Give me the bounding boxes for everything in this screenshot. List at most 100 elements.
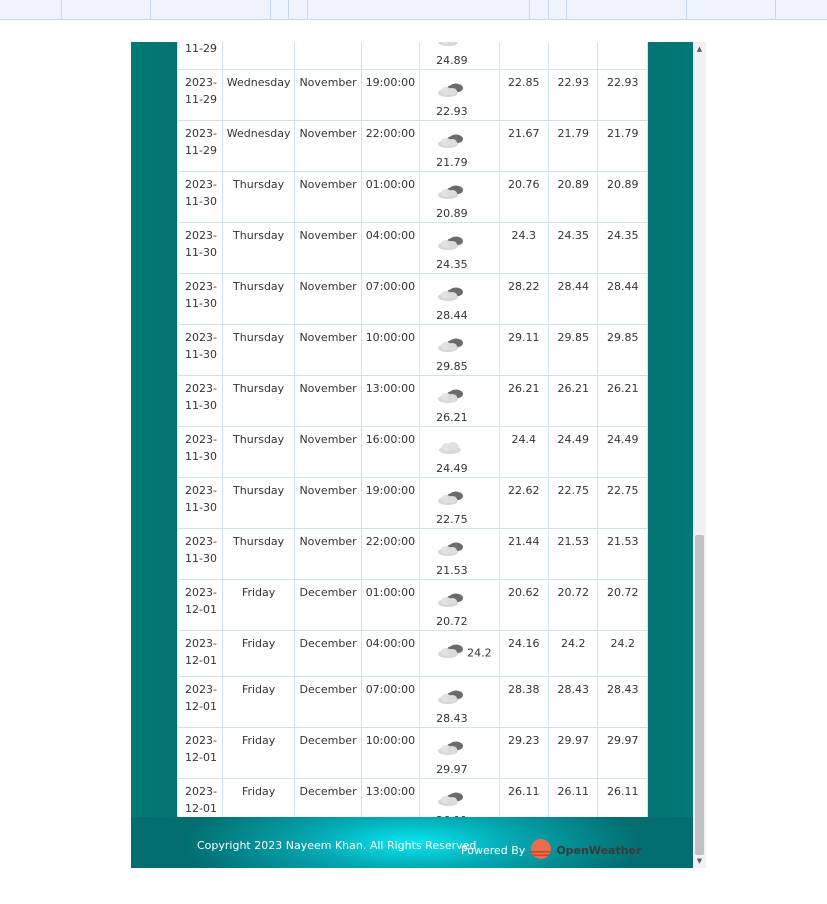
footer: Copyright 2023 Nayeem Khan. All Rights R…: [131, 817, 693, 868]
temperature-value: 24.49: [436, 462, 468, 475]
date-cell: 2023- 11-30: [177, 426, 223, 478]
time-cell: 01:00:00: [360, 171, 421, 223]
feels-like-cell: 26.21: [498, 375, 550, 427]
month-cell: December: [294, 676, 362, 728]
scroll-up-arrow-icon[interactable]: ▲: [693, 42, 706, 56]
temperature-cell: 20.72: [419, 579, 500, 631]
forecast-table: 2023-11-29WednesdayNovember16:00:0024.89…: [177, 42, 648, 868]
temperature-value: 20.72: [436, 615, 468, 628]
month-cell: December: [294, 727, 362, 779]
toolbar-cell: [529, 0, 548, 19]
vertical-scrollbar[interactable]: ▲ ▼: [693, 42, 706, 868]
scrollbar-thumb[interactable]: [695, 535, 704, 855]
date-cell: 2023-12-01: [177, 579, 223, 631]
min-temp-cell: 26.21: [547, 375, 599, 427]
forecast-row: 2023- 12-01 Friday December 07:00:00 28.43 28.…: [177, 676, 648, 728]
broken-clouds-icon: [436, 82, 466, 103]
max-temp-cell: [597, 42, 648, 70]
toolbar-cell: [548, 0, 566, 19]
forecast-row: 2023- 11-30 Thursday November 10:00:00 29.85 2…: [177, 324, 648, 376]
day-cell: Friday: [221, 727, 296, 779]
max-temp-cell: 26.21: [597, 375, 648, 427]
temperature-cell: 26.21: [419, 375, 500, 427]
broken-clouds-icon: [436, 133, 466, 154]
temperature-value: 28.44: [436, 309, 468, 322]
min-temp-cell: 28.44: [547, 273, 599, 325]
date-cell: 2023- 11-30: [177, 477, 223, 529]
broken-clouds-icon: [436, 42, 466, 52]
day-cell: Thursday: [221, 273, 296, 325]
broken-clouds-icon: [436, 740, 466, 761]
time-cell: 07:00:00: [360, 273, 421, 325]
date-cell: 2023- 11-30: [177, 222, 223, 274]
temperature-value: 22.75: [436, 513, 468, 526]
time-cell: 10:00:00: [360, 324, 421, 376]
max-temp-cell: 24.2: [597, 630, 648, 677]
min-temp-cell: 21.53: [547, 528, 599, 580]
month-cell: November: [294, 528, 362, 580]
feels-like-cell: 24.16: [498, 630, 550, 677]
day-cell: Thursday: [221, 222, 296, 274]
date-cell: 2023-12-01: [177, 676, 223, 728]
temperature-value: 21.53: [436, 564, 468, 577]
month-cell: November: [294, 222, 362, 274]
date-cell: 2023-12-01: [177, 630, 223, 677]
time-cell: 22:00:00: [360, 528, 421, 580]
date-cell: 2023- 11-30: [177, 273, 223, 325]
max-temp-cell: 28.44: [597, 273, 648, 325]
day-cell: Friday: [221, 579, 296, 631]
max-temp-cell: 24.49: [597, 426, 648, 478]
temperature-value: 26.21: [436, 411, 468, 424]
feels-like-cell: 20.76: [498, 171, 550, 223]
broken-clouds-icon: [436, 490, 466, 511]
page-viewport[interactable]: 2023-11-29WednesdayNovember16:00:0024.89…: [131, 42, 706, 868]
feels-like-cell: [498, 42, 550, 70]
min-temp-cell: 20.89: [547, 171, 599, 223]
openweather-name: OpenWeather: [556, 844, 642, 857]
max-temp-cell: 20.89: [597, 171, 648, 223]
forecast-row: 2023-11-29WednesdayNovember16:00:00 24.89: [177, 42, 648, 70]
date-cell: 2023- 11-30: [177, 528, 223, 580]
month-cell: November: [294, 120, 362, 172]
toolbar-cell: [288, 0, 307, 19]
month-cell: November: [294, 171, 362, 223]
broken-clouds-icon: [436, 643, 466, 664]
feels-like-cell: 24.4: [498, 426, 550, 478]
day-cell: Wednesday: [221, 120, 296, 172]
min-temp-cell: 20.72: [547, 579, 599, 631]
forecast-row: 2023- 11-30 Thursday November 07:00:00 28.44 2…: [177, 273, 648, 325]
time-cell: 19:00:00: [360, 477, 421, 529]
toolbar-cell: [775, 0, 827, 19]
time-cell: 07:00:00: [360, 676, 421, 728]
min-temp-cell: 29.85: [547, 324, 599, 376]
month-cell: November: [294, 324, 362, 376]
toolbar-cell: [150, 0, 270, 19]
max-temp-cell: 22.75: [597, 477, 648, 529]
temperature-cell: 22.93: [419, 69, 500, 121]
time-cell: 22:00:00: [360, 120, 421, 172]
temperature-value: 24.35: [436, 258, 468, 271]
temperature-value: 24.2: [467, 646, 492, 660]
day-cell: Wednesday: [221, 69, 296, 121]
max-temp-cell: 29.97: [597, 727, 648, 779]
max-temp-cell: 21.79: [597, 120, 648, 172]
powered-by-label: Powered By: [461, 844, 526, 857]
temperature-cell: 22.75: [419, 477, 500, 529]
toolbar-cell: [307, 0, 529, 19]
broken-clouds-icon: [436, 184, 466, 205]
min-temp-cell: 22.93: [547, 69, 599, 121]
temperature-cell: 24.49: [419, 426, 500, 478]
min-temp-cell: 22.75: [547, 477, 599, 529]
powered-by[interactable]: Powered By OpenWeather: [461, 838, 641, 863]
temperature-cell: 20.89: [419, 171, 500, 223]
time-cell: 04:00:00: [360, 630, 421, 677]
forecast-row: 2023- 12-01 Friday December 04:00:00 24.2 24.1…: [177, 630, 648, 677]
browser-toolbar: [0, 0, 827, 20]
copyright-text: Copyright 2023 Nayeem Khan. All Rights R…: [197, 839, 477, 852]
toolbar-cell: [61, 0, 150, 19]
forecast-row: 2023- 11-30 Thursday November 01:00:00 20.89 2…: [177, 171, 648, 223]
scroll-down-arrow-icon[interactable]: ▼: [693, 854, 706, 868]
toolbar-cell: [566, 0, 686, 19]
temperature-value: 22.93: [436, 105, 468, 118]
openweather-logo-icon: [530, 838, 553, 863]
